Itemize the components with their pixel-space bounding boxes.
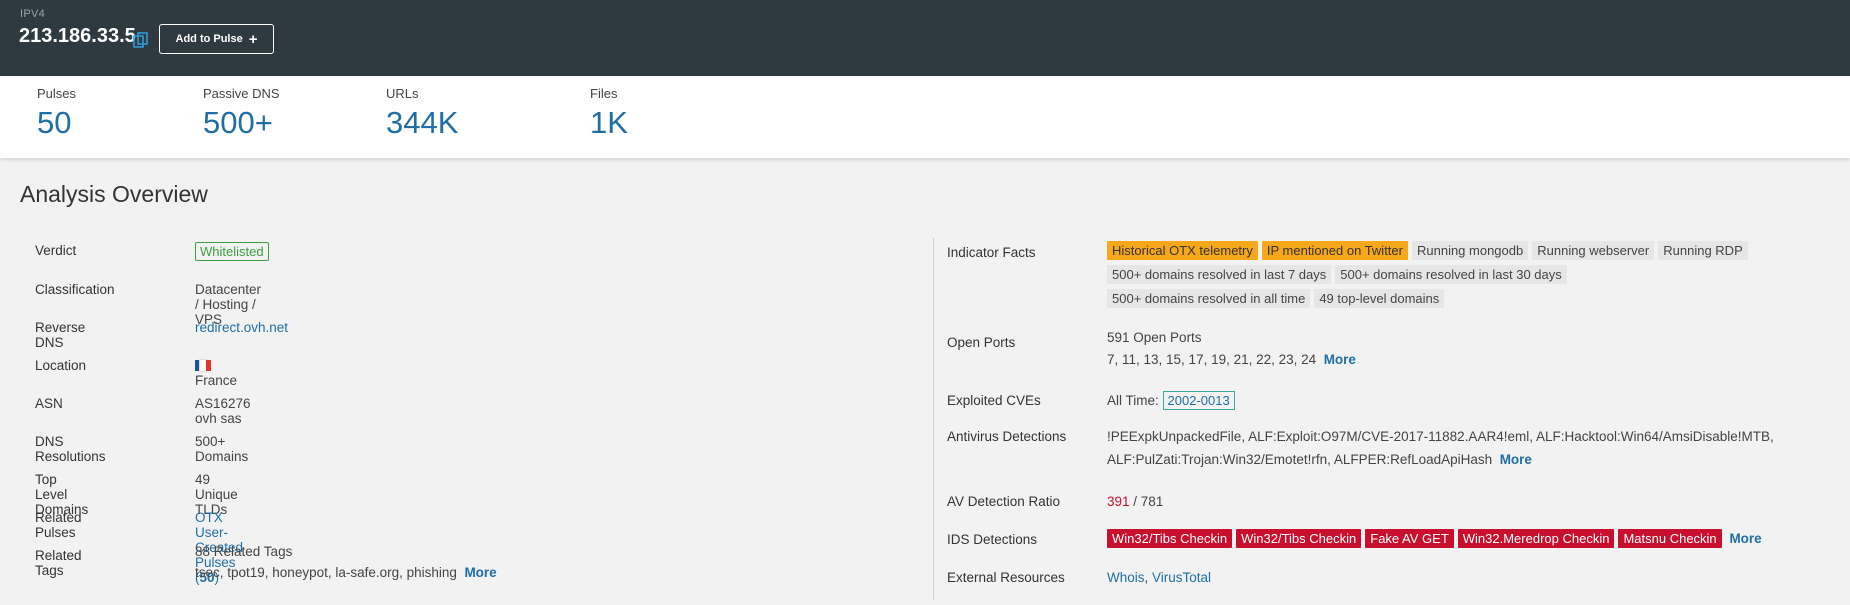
stat-value: 500+ xyxy=(203,105,273,140)
fact-tag[interactable]: Historical OTX telemetry xyxy=(1107,241,1258,260)
ids-tag[interactable]: Fake AV GET xyxy=(1365,529,1454,548)
fact-tag[interactable]: Running RDP xyxy=(1658,241,1748,260)
dns-resolutions-value: 500+ Domains xyxy=(195,434,249,464)
fact-tag[interactable]: 500+ domains resolved in last 30 days xyxy=(1335,265,1567,284)
section-title: Analysis Overview xyxy=(20,181,208,207)
fact-tag[interactable]: Running mongodb xyxy=(1411,241,1529,260)
open-ports-summary: 591 Open Ports xyxy=(1107,330,1202,345)
ids-tag[interactable]: Win32/Tibs Checkin xyxy=(1236,529,1362,548)
add-to-pulse-button[interactable]: Add to Pulse + xyxy=(159,24,274,54)
stat-value: 1K xyxy=(590,105,628,140)
ids-tag[interactable]: Matsnu Checkin xyxy=(1618,529,1722,548)
fact-tag[interactable]: 500+ domains resolved in last 7 days xyxy=(1107,265,1332,284)
external-resources-value: Whois, VirusTotal xyxy=(1107,570,1211,585)
open-ports-more-link[interactable]: More xyxy=(1324,352,1356,367)
exploited-cves-value: All Time: 2002-0013 xyxy=(1107,391,1235,410)
field-label: Location xyxy=(35,358,87,373)
field-label: DNS Resolutions xyxy=(35,434,106,464)
stat-label: URLs xyxy=(386,86,419,101)
open-ports-list: 7, 11, 13, 15, 17, 19, 21, 22, 23, 24 xyxy=(1107,352,1317,367)
av-ratio-separator: / xyxy=(1129,494,1141,509)
av-ratio-value: 391 / 781 xyxy=(1107,494,1163,509)
stat-value: 344K xyxy=(386,105,459,140)
related-tags-value: 88 Related Tags tsec, tpot19, honeypot, … xyxy=(195,544,497,580)
ids-value: Win32/Tibs Checkin Win32/Tibs Checkin Fake… xyxy=(1107,529,1762,548)
location-value: France xyxy=(195,358,237,388)
stats-bar: Pulses 50 Passive DNS 500+ URLs 344K Fil… xyxy=(0,76,1850,158)
related-tags-list: tsec, tpot19, honeypot, la-safe.org, phi… xyxy=(195,565,457,580)
related-tags-more-link[interactable]: More xyxy=(464,565,496,580)
france-flag-icon xyxy=(195,359,211,372)
stat-label: Pulses xyxy=(37,86,77,101)
field-label: Classification xyxy=(35,282,115,297)
stat-passive-dns[interactable]: Passive DNS 500+ xyxy=(203,86,280,141)
antivirus-value: !PEExpkUnpackedFile, ALF:Exploit:O97M/CV… xyxy=(1107,429,1774,467)
field-label: ASN xyxy=(35,396,63,411)
indicator-facts: Historical OTX telemetry IP mentioned on … xyxy=(1107,241,1752,308)
av-total-count: 781 xyxy=(1140,494,1164,509)
open-ports-value: 591 Open Ports 7, 11, 13, 15, 17, 19, 21… xyxy=(1107,330,1356,367)
stat-files[interactable]: Files 1K xyxy=(590,86,628,141)
antivirus-line: !PEExpkUnpackedFile, ALF:Exploit:O97M/CV… xyxy=(1107,429,1774,444)
asn-value: AS16276 ovh sas xyxy=(195,396,251,426)
antivirus-label: Antivirus Detections xyxy=(947,429,1067,444)
ids-tag[interactable]: Win32/Tibs Checkin xyxy=(1107,529,1233,548)
field-label: Related Pulses xyxy=(35,510,82,540)
ids-tag[interactable]: Win32.Meredrop Checkin xyxy=(1457,529,1615,548)
indicator-type: IPV4 xyxy=(20,8,46,20)
fact-tag[interactable]: 500+ domains resolved in all time xyxy=(1107,289,1311,308)
field-label: Related Tags xyxy=(35,548,82,578)
antivirus-more-link[interactable]: More xyxy=(1500,452,1532,467)
column-divider xyxy=(933,238,934,600)
reverse-dns-link[interactable]: redirect.ovh.net xyxy=(195,320,288,335)
av-ratio-label: AV Detection Ratio xyxy=(947,494,1061,509)
open-ports-label: Open Ports xyxy=(947,335,1016,350)
related-tags-summary: 88 Related Tags xyxy=(195,544,293,559)
av-detected-count: 391 xyxy=(1107,494,1130,509)
copy-icon[interactable] xyxy=(133,32,148,48)
antivirus-line: ALF:PulZati:Trojan:Win32/Emotet!rfn, ALF… xyxy=(1107,452,1493,467)
stat-label: Files xyxy=(590,86,618,101)
ids-more-link[interactable]: More xyxy=(1729,531,1761,546)
stat-urls[interactable]: URLs 344K xyxy=(386,86,458,141)
stat-label: Passive DNS xyxy=(203,86,280,101)
exploited-cves-label: Exploited CVEs xyxy=(947,393,1041,408)
add-to-pulse-label: Add to Pulse xyxy=(175,33,243,45)
indicator-header: IPV4 213.186.33.5 Add to Pulse + xyxy=(0,0,1850,76)
field-label: Verdict xyxy=(35,243,77,258)
plus-icon: + xyxy=(248,30,258,48)
country-name: France xyxy=(195,373,238,388)
cve-badge[interactable]: 2002-0013 xyxy=(1162,391,1235,410)
verdict-badge: Whitelisted xyxy=(195,242,269,261)
whois-link[interactable]: Whois xyxy=(1107,570,1145,585)
fact-tag[interactable]: IP mentioned on Twitter xyxy=(1261,241,1408,260)
external-resources-label: External Resources xyxy=(947,570,1065,585)
fact-tag[interactable]: 49 top-level domains xyxy=(1314,289,1445,308)
virustotal-link[interactable]: VirusTotal xyxy=(1152,570,1211,585)
field-label: Reverse DNS xyxy=(35,320,86,350)
link-separator: , xyxy=(1144,570,1153,585)
stat-pulses[interactable]: Pulses 50 xyxy=(37,86,76,141)
indicator-facts-label: Indicator Facts xyxy=(947,245,1036,260)
fact-tag[interactable]: Running webserver xyxy=(1532,241,1655,260)
ip-address: 213.186.33.5 xyxy=(19,25,136,47)
stat-value: 50 xyxy=(37,105,72,140)
ids-label: IDS Detections xyxy=(947,532,1038,547)
cves-prefix: All Time: xyxy=(1107,393,1159,408)
